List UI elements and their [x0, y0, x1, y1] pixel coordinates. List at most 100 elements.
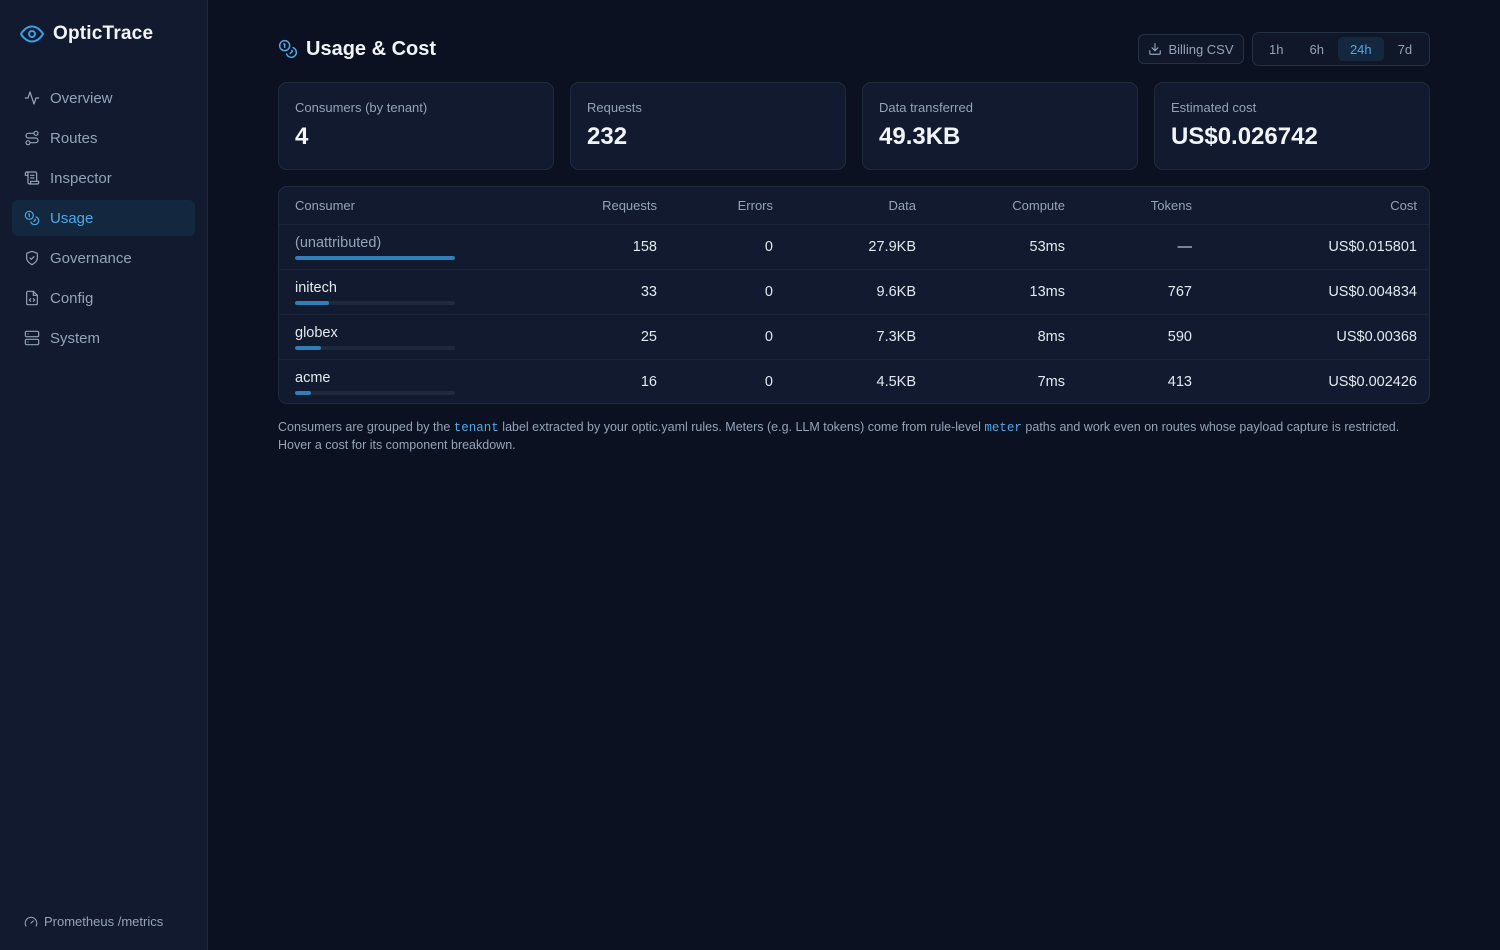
consumer-name: initech: [295, 279, 337, 296]
stat-label: Consumers (by tenant): [295, 100, 428, 115]
time-range-selector: 1h 6h 24h 7d: [1252, 32, 1430, 66]
cost-cell[interactable]: US$0.004834: [1204, 269, 1429, 315]
consumer-cell: acme: [279, 359, 539, 403]
stat-value: US$0.026742: [1171, 123, 1318, 150]
scroll-icon: [24, 171, 40, 185]
sidebar-item-system[interactable]: System: [12, 320, 195, 356]
prometheus-metrics-label: Prometheus /metrics: [44, 914, 164, 929]
gauge-icon: [24, 916, 38, 927]
table-row[interactable]: (unattributed) 158 0 27.9KB 53ms — US$0.…: [279, 224, 1429, 270]
compute-cell: 7ms: [1037, 373, 1065, 390]
sidebar-item-routes[interactable]: Routes: [12, 120, 195, 156]
page-title-text: Usage & Cost: [306, 37, 437, 60]
sidebar-item-label: Governance: [50, 249, 132, 267]
page-title: Usage & Cost: [278, 36, 436, 62]
share-bar-fill: [295, 300, 329, 305]
stat-value: 4: [295, 123, 309, 150]
column-header-consumer[interactable]: Consumer: [279, 187, 539, 225]
data-cell: 27.9KB: [785, 224, 928, 270]
stat-value: 232: [587, 123, 628, 150]
cost-cell[interactable]: US$0.015801: [1204, 224, 1429, 270]
coins-icon: [278, 39, 298, 59]
range-1h-button[interactable]: 1h: [1257, 37, 1295, 61]
tenant-code: tenant: [453, 421, 499, 435]
stat-card-data-transferred: Data transferred 49.3KB: [862, 82, 1138, 170]
range-24h-button[interactable]: 24h: [1337, 37, 1384, 61]
share-bar-fill: [295, 255, 455, 260]
sidebar-item-label: System: [50, 329, 101, 347]
errors-cell: 0: [764, 373, 773, 390]
sidebar-item-usage[interactable]: Usage: [12, 200, 195, 236]
stat-card-consumers: Consumers (by tenant) 4: [278, 82, 554, 170]
file-code-icon: [26, 290, 38, 306]
column-header-requests[interactable]: Requests: [539, 187, 669, 225]
column-header-data[interactable]: Data: [785, 187, 928, 225]
requests-cell: 33: [539, 269, 669, 315]
tokens-cell: 590: [1077, 314, 1204, 360]
consumer-cell: initech: [279, 269, 539, 315]
table-row[interactable]: globex 25 0 7.3KB 8ms 590 US$0.00368: [279, 314, 1429, 360]
column-header-errors[interactable]: Errors: [669, 187, 785, 225]
data-cell: 4.5KB: [876, 373, 917, 390]
stat-card-requests: Requests 232: [570, 82, 846, 170]
column-header-tokens[interactable]: Tokens: [1077, 187, 1204, 225]
share-bar: [295, 345, 455, 350]
stat-value: 49.3KB: [879, 123, 961, 150]
activity-icon: [24, 91, 40, 105]
usage-table: Consumer Requests Errors Data Compute To…: [278, 186, 1430, 404]
consumer-name: globex: [295, 324, 338, 341]
share-bar-fill: [295, 390, 311, 395]
sidebar-item-config[interactable]: Config: [12, 280, 195, 316]
requests-cell: 16: [640, 373, 657, 390]
server-icon: [24, 330, 40, 346]
route-icon: [25, 130, 39, 146]
sidebar-item-label: Routes: [50, 129, 98, 147]
meter-code: meter: [984, 421, 1022, 435]
sidebar-item-label: Config: [50, 289, 94, 307]
table-header-row: Consumer Requests Errors Data Compute To…: [279, 187, 1429, 225]
requests-cell: 158: [539, 224, 669, 270]
compute-cell: 53ms: [928, 224, 1077, 270]
sidebar-nav: Overview Routes Inspector Usage Governan…: [12, 80, 195, 360]
compute-cell: 8ms: [928, 314, 1077, 360]
table-row[interactable]: acme 16 0 4.5KB 7ms 413 US$0.002426: [279, 359, 1429, 403]
prometheus-metrics-link[interactable]: Prometheus /metrics: [24, 914, 163, 929]
footnote-text: label extracted by your optic.yaml rules…: [498, 420, 985, 434]
errors-cell: 0: [669, 224, 785, 270]
errors-cell: 0: [669, 314, 785, 360]
range-7d-button[interactable]: 7d: [1386, 37, 1424, 61]
consumer-name: acme: [295, 369, 331, 386]
sidebar-item-label: Inspector: [50, 169, 112, 187]
tokens-cell: —: [1077, 224, 1204, 270]
share-bar: [295, 300, 455, 305]
share-bar: [295, 390, 455, 395]
download-icon: [1149, 43, 1162, 55]
column-header-cost[interactable]: Cost: [1204, 187, 1429, 225]
table-row[interactable]: initech 33 0 9.6KB 13ms 767 US$0.004834: [279, 269, 1429, 315]
range-6h-button[interactable]: 6h: [1297, 37, 1335, 61]
cost-cell[interactable]: US$0.00368: [1204, 314, 1429, 360]
cost-cell[interactable]: US$0.002426: [1204, 359, 1429, 403]
consumer-cell: globex: [279, 314, 539, 360]
billing-csv-button[interactable]: Billing CSV: [1138, 34, 1244, 64]
sidebar: OpticTrace Overview Routes Inspector Usa…: [0, 0, 208, 950]
compute-cell: 13ms: [928, 269, 1077, 315]
stat-label: Data transferred: [879, 100, 973, 115]
footnote-text: Consumers are grouped by the: [278, 420, 454, 434]
consumer-name: (unattributed): [295, 234, 382, 251]
sidebar-item-label: Usage: [50, 209, 94, 227]
brand[interactable]: OpticTrace: [20, 22, 153, 46]
share-bar-fill: [295, 345, 321, 350]
sidebar-item-governance[interactable]: Governance: [12, 240, 195, 276]
eye-icon: [20, 25, 44, 43]
tokens-cell: 767: [1077, 269, 1204, 315]
sidebar-item-inspector[interactable]: Inspector: [12, 160, 195, 196]
column-header-compute[interactable]: Compute: [928, 187, 1077, 225]
sidebar-item-overview[interactable]: Overview: [12, 80, 195, 116]
errors-cell: 0: [669, 269, 785, 315]
share-bar: [295, 255, 455, 260]
tokens-cell: 413: [1167, 373, 1192, 390]
coins-icon: [24, 210, 40, 226]
stat-label: Estimated cost: [1171, 100, 1257, 115]
requests-cell: 25: [539, 314, 669, 360]
